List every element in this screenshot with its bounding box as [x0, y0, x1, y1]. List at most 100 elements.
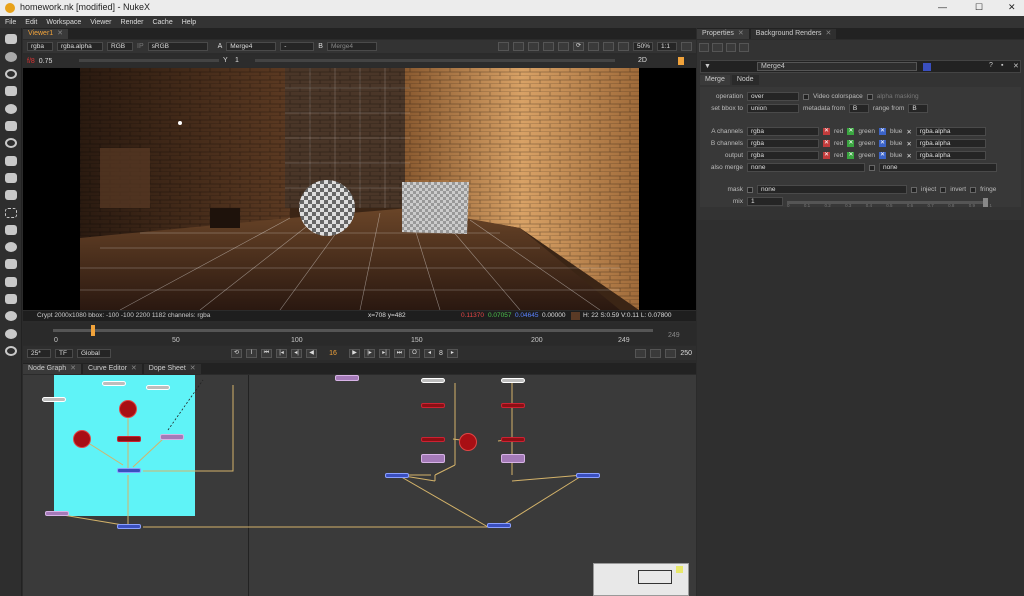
metadata-tool-icon[interactable]	[5, 259, 17, 269]
overlay-icon[interactable]	[528, 42, 539, 51]
alpha-checkbox[interactable]: ✕	[906, 152, 911, 160]
alpha-masking-checkbox[interactable]	[866, 93, 873, 100]
green-checkbox[interactable]: ✕	[847, 128, 855, 135]
deep-tool-icon[interactable]	[5, 225, 17, 235]
in-point-icon[interactable]: I	[246, 348, 257, 358]
mask-checkbox[interactable]	[747, 186, 753, 193]
close-icon[interactable]: ✕	[131, 364, 137, 374]
operation-dropdown[interactable]: over	[747, 92, 799, 101]
shader-node[interactable]	[335, 375, 359, 381]
timeline-end-frame[interactable]: 249	[668, 332, 680, 339]
transform-node[interactable]	[421, 437, 445, 442]
loop-icon[interactable]: ⟲	[231, 348, 242, 358]
channel-tool-icon[interactable]	[5, 86, 17, 96]
tab-properties[interactable]: Properties ✕	[697, 29, 749, 39]
range-from-dropdown[interactable]: B	[908, 104, 929, 113]
gamma-label[interactable]: Y	[223, 57, 228, 64]
merge-node[interactable]	[385, 473, 409, 478]
particles-tool-icon[interactable]	[5, 208, 17, 218]
max-panels-field[interactable]	[699, 43, 710, 52]
minimap-viewport[interactable]	[638, 570, 672, 584]
compare-mode-dropdown[interactable]: -	[280, 42, 315, 51]
read-node[interactable]	[102, 381, 126, 386]
menu-edit[interactable]: Edit	[25, 19, 37, 26]
gain-slider[interactable]	[79, 59, 219, 62]
help-icon[interactable]: ?	[989, 62, 993, 69]
read-node[interactable]	[501, 378, 525, 383]
red-checkbox[interactable]: ✕	[823, 128, 830, 135]
clear-panels-icon[interactable]	[725, 43, 736, 52]
last-frame-field[interactable]: 250	[680, 350, 692, 357]
red-checkbox[interactable]: ✕	[823, 140, 830, 147]
gain-value[interactable]: 0.75	[39, 58, 53, 65]
green-checkbox[interactable]: ✕	[847, 140, 855, 147]
inject-checkbox[interactable]	[911, 186, 917, 193]
checker-icon[interactable]	[543, 42, 554, 51]
refresh-icon[interactable]: ⟳	[573, 42, 584, 51]
time-tool-icon[interactable]	[5, 69, 17, 79]
flipbook-icon[interactable]	[635, 348, 647, 358]
lut-icon[interactable]	[603, 42, 614, 51]
last-frame-icon[interactable]: ⏭	[394, 348, 405, 358]
paint-brush-icon[interactable]	[678, 57, 684, 65]
lock-icon[interactable]	[712, 43, 723, 52]
transform-node[interactable]	[421, 403, 445, 408]
timeline-playhead[interactable]	[91, 325, 95, 336]
first-frame-icon[interactable]: ⏮	[261, 348, 272, 358]
subtab-node[interactable]: Node	[731, 75, 759, 85]
also-merge-checkbox[interactable]	[869, 164, 875, 171]
also-merge-dropdown[interactable]: none	[747, 163, 865, 172]
shader-node[interactable]	[160, 434, 184, 440]
color-tool-icon[interactable]	[5, 104, 17, 114]
blue-checkbox[interactable]: ✕	[879, 140, 887, 147]
transform-tool-icon[interactable]	[5, 173, 17, 183]
fps-dropdown[interactable]: 25*	[27, 348, 51, 358]
cache-icon[interactable]	[650, 348, 662, 358]
bounce-icon[interactable]	[665, 348, 677, 358]
frame-increment-field[interactable]: 8	[439, 350, 443, 357]
merge-node[interactable]	[117, 468, 141, 473]
node-name-field[interactable]: Merge4	[757, 62, 917, 71]
cara-vr-tool-icon[interactable]	[5, 329, 17, 339]
viewer-canvas[interactable]	[23, 68, 696, 310]
merge-node[interactable]	[576, 473, 600, 478]
close-button[interactable]: ✕	[1008, 2, 1016, 13]
other-tool-icon[interactable]	[5, 294, 17, 304]
blue-checkbox[interactable]: ✕	[879, 128, 887, 135]
channel-dropdown[interactable]: rgba	[747, 151, 819, 160]
ocio-tool-icon[interactable]	[5, 346, 17, 356]
alpha-dropdown[interactable]: rgba.alpha	[915, 151, 986, 160]
view-mode-dropdown[interactable]: 2D	[638, 57, 647, 64]
shader-node[interactable]	[421, 454, 445, 463]
play-reverse-icon[interactable]: ◀	[306, 348, 317, 358]
alpha-dropdown[interactable]: rgba.alpha	[915, 127, 986, 136]
close-icon[interactable]: ✕	[826, 29, 832, 39]
set-bbox-dropdown[interactable]: union	[747, 104, 799, 113]
step-forward-increment-icon[interactable]: ▸	[446, 348, 458, 358]
roi-icon[interactable]	[498, 42, 509, 51]
maximize-button[interactable]: ☐	[975, 2, 983, 13]
menu-help[interactable]: Help	[182, 19, 196, 26]
gamma-value[interactable]: 1	[235, 57, 239, 64]
menu-cache[interactable]: Cache	[152, 19, 172, 26]
pause-icon[interactable]	[588, 42, 599, 51]
minimize-button[interactable]: —	[938, 2, 947, 12]
clipping-icon[interactable]	[558, 42, 569, 51]
tab-background-renders[interactable]: Background Renders ✕	[750, 29, 837, 39]
alpha-checkbox[interactable]: ✕	[906, 128, 911, 136]
node-graph-canvas[interactable]	[23, 375, 696, 596]
prev-keyframe-icon[interactable]: |◂	[276, 348, 287, 358]
gain-fstop-label[interactable]: f/8	[27, 58, 35, 65]
also-merge-dropdown-2[interactable]: none	[879, 163, 997, 172]
navigator-minimap[interactable]	[593, 563, 689, 596]
timeline[interactable]: 0 50 100 150 200 249 249	[23, 323, 696, 345]
mix-field[interactable]: 1	[747, 197, 783, 206]
menu-render[interactable]: Render	[121, 19, 144, 26]
blue-checkbox[interactable]: ✕	[879, 152, 887, 159]
draw-tool-icon[interactable]	[5, 52, 17, 62]
alpha-dropdown[interactable]: rgba.alpha	[915, 139, 986, 148]
close-icon[interactable]: ✕	[57, 29, 63, 39]
ip-toggle[interactable]: IP	[137, 43, 144, 50]
metadata-from-dropdown[interactable]: B	[848, 104, 869, 113]
close-icon[interactable]: ✕	[190, 364, 196, 374]
